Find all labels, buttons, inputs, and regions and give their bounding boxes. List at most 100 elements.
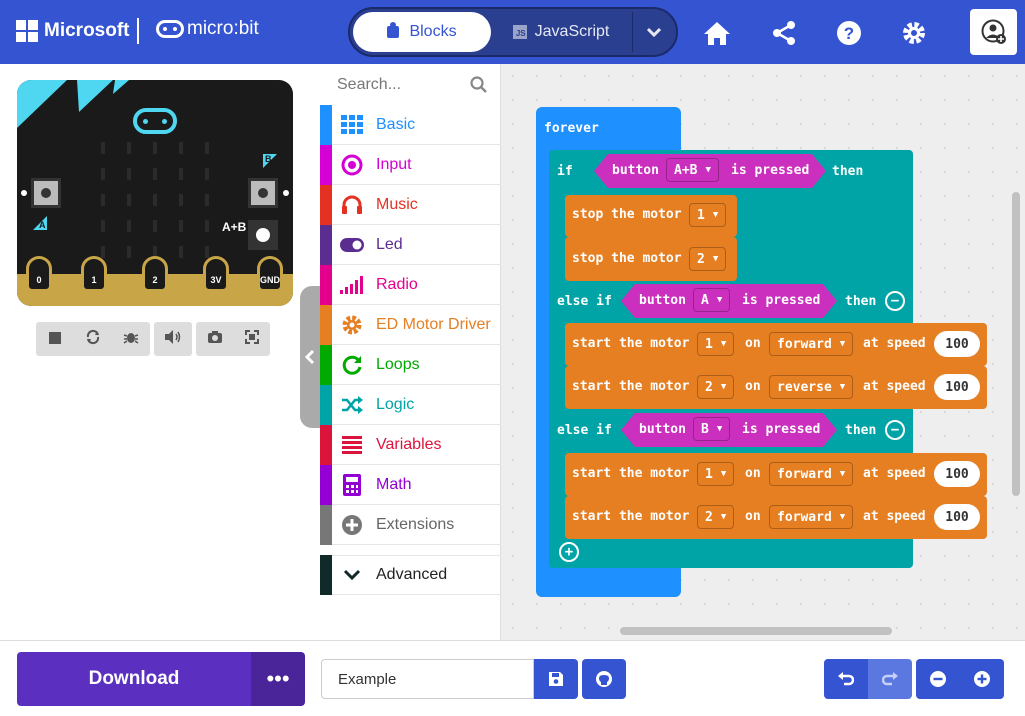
stop-motor-block[interactable]: stop the motor 2 ▼ — [565, 237, 737, 281]
home-button[interactable] — [700, 16, 734, 50]
undo-button[interactable] — [824, 659, 868, 699]
minus-circle-icon[interactable]: − — [885, 291, 905, 311]
category-advanced[interactable]: Advanced — [320, 555, 501, 595]
caret-down-icon: ▼ — [720, 469, 727, 479]
redo-button[interactable] — [868, 659, 912, 699]
category-music[interactable]: Music — [320, 184, 501, 225]
pin-3v[interactable]: 3V — [203, 256, 229, 292]
category-ed-motor-driver[interactable]: ED Motor Driver — [320, 304, 501, 345]
on-label: on — [745, 379, 761, 394]
editor-footer: Download ••• — [0, 640, 1025, 716]
category-label: Basic — [376, 115, 416, 133]
speed-value: 100 — [945, 466, 969, 482]
motor-dropdown[interactable]: 2 ▼ — [697, 505, 735, 529]
led — [127, 220, 131, 232]
more-options-button[interactable]: ••• — [251, 652, 305, 706]
else-if-label: else if — [557, 294, 612, 309]
chevron-down-icon — [646, 27, 661, 37]
category-extensions[interactable]: Extensions — [320, 504, 501, 545]
category-loops[interactable]: Loops — [320, 344, 501, 385]
plus-circle-icon — [342, 514, 362, 535]
motor-dropdown[interactable]: 1 ▼ — [697, 332, 735, 356]
pin-0[interactable]: 0 — [26, 256, 52, 292]
tab-blocks[interactable]: Blocks — [353, 12, 491, 52]
minus-circle-icon[interactable]: − — [885, 420, 905, 440]
sound-button[interactable] — [154, 329, 192, 349]
microbit-board: A B A+B 0 1 2 3V GND — [17, 80, 293, 306]
loop-icon — [342, 355, 362, 375]
share-button[interactable] — [767, 16, 801, 50]
led — [127, 168, 131, 180]
direction-dropdown[interactable]: reverse ▼ — [769, 375, 854, 399]
pin-2[interactable]: 2 — [142, 256, 168, 292]
button-dropdown[interactable]: B ▼ — [693, 417, 730, 441]
zoom-out-button[interactable] — [916, 659, 960, 699]
category-basic[interactable]: Basic — [320, 104, 501, 145]
on-label: on — [745, 466, 761, 481]
button-pressed-condition[interactable]: button B ▼ is pressed — [621, 413, 837, 447]
collapse-simulator-button[interactable] — [300, 286, 320, 428]
plus-circle-icon[interactable]: + — [559, 542, 579, 562]
fullscreen-button[interactable] — [233, 330, 270, 348]
screenshot-button[interactable] — [196, 330, 233, 348]
pin-gnd[interactable]: GND — [257, 256, 283, 292]
start-motor-block[interactable]: start the motor 1 ▼ on forward ▼ at speed … — [565, 323, 987, 366]
motor-dropdown[interactable]: 1 ▼ — [697, 462, 735, 486]
direction-dropdown[interactable]: forward ▼ — [769, 505, 854, 529]
button-dropdown[interactable]: A ▼ — [693, 288, 730, 312]
restart-button[interactable] — [74, 329, 112, 349]
camera-icon — [207, 331, 222, 343]
category-led[interactable]: Led — [320, 224, 501, 265]
motor-dropdown[interactable]: 2 ▼ — [689, 247, 727, 271]
speed-input[interactable]: 100 — [934, 461, 980, 487]
headphones-icon — [342, 195, 362, 214]
stop-button[interactable] — [36, 331, 74, 348]
blocks-workspace[interactable]: forever if then else if then − else if t… — [501, 64, 1025, 640]
motor-dropdown[interactable]: 2 ▼ — [697, 375, 735, 399]
dropdown-value: 1 — [697, 207, 705, 223]
settings-button[interactable] — [897, 16, 931, 50]
start-motor-block[interactable]: start the motor 2 ▼ on reverse ▼ at speed … — [565, 366, 987, 409]
microbit-logo[interactable]: micro:bit — [156, 18, 259, 40]
button-b[interactable] — [248, 178, 278, 208]
stop-motor-block[interactable]: stop the motor 1 ▼ — [565, 195, 737, 237]
debug-button[interactable] — [112, 329, 150, 349]
led — [179, 142, 183, 154]
language-dropdown-button[interactable] — [632, 12, 674, 52]
category-logic[interactable]: Logic — [320, 384, 501, 425]
save-button[interactable] — [534, 659, 578, 699]
pin-1[interactable]: 1 — [81, 256, 107, 292]
horizontal-scrollbar[interactable] — [620, 627, 892, 635]
button-ab[interactable] — [248, 220, 278, 250]
motor-dropdown[interactable]: 1 ▼ — [689, 203, 727, 227]
zoom-in-button[interactable] — [960, 659, 1004, 699]
start-motor-block[interactable]: start the motor 1 ▼ on forward ▼ at speed … — [565, 453, 987, 496]
vertical-scrollbar[interactable] — [1012, 192, 1020, 496]
project-name-input[interactable] — [321, 659, 534, 699]
account-button[interactable] — [970, 9, 1017, 55]
speed-input[interactable]: 100 — [934, 504, 980, 530]
category-variables[interactable]: Variables — [320, 424, 501, 465]
help-button[interactable]: ? — [832, 16, 866, 50]
category-radio[interactable]: Radio — [320, 264, 501, 305]
button-pressed-condition[interactable]: button A ▼ is pressed — [621, 284, 837, 318]
button-a[interactable] — [31, 178, 61, 208]
download-button[interactable]: Download — [17, 652, 251, 706]
toolbox-search[interactable]: Search... — [320, 64, 500, 106]
github-button[interactable] — [582, 659, 626, 699]
button-dropdown[interactable]: A+B ▼ — [666, 158, 719, 182]
speed-input[interactable]: 100 — [934, 331, 980, 357]
microsoft-logo[interactable]: Microsoft — [16, 20, 130, 42]
direction-dropdown[interactable]: forward ▼ — [769, 462, 854, 486]
start-motor-block[interactable]: start the motor 2 ▼ on forward ▼ at speed … — [565, 496, 987, 539]
direction-dropdown[interactable]: forward ▼ — [769, 332, 854, 356]
grid-icon — [341, 114, 363, 134]
speed-input[interactable]: 100 — [934, 374, 980, 400]
tab-javascript-label: JavaScript — [534, 23, 610, 40]
caret-down-icon: ▼ — [839, 339, 846, 349]
category-math[interactable]: Math — [320, 464, 501, 505]
tab-javascript[interactable]: JS JavaScript — [492, 12, 630, 52]
button-pressed-condition[interactable]: button A+B ▼ is pressed — [594, 154, 826, 188]
category-input[interactable]: Input — [320, 144, 501, 185]
search-input[interactable]: Search... — [337, 76, 401, 93]
